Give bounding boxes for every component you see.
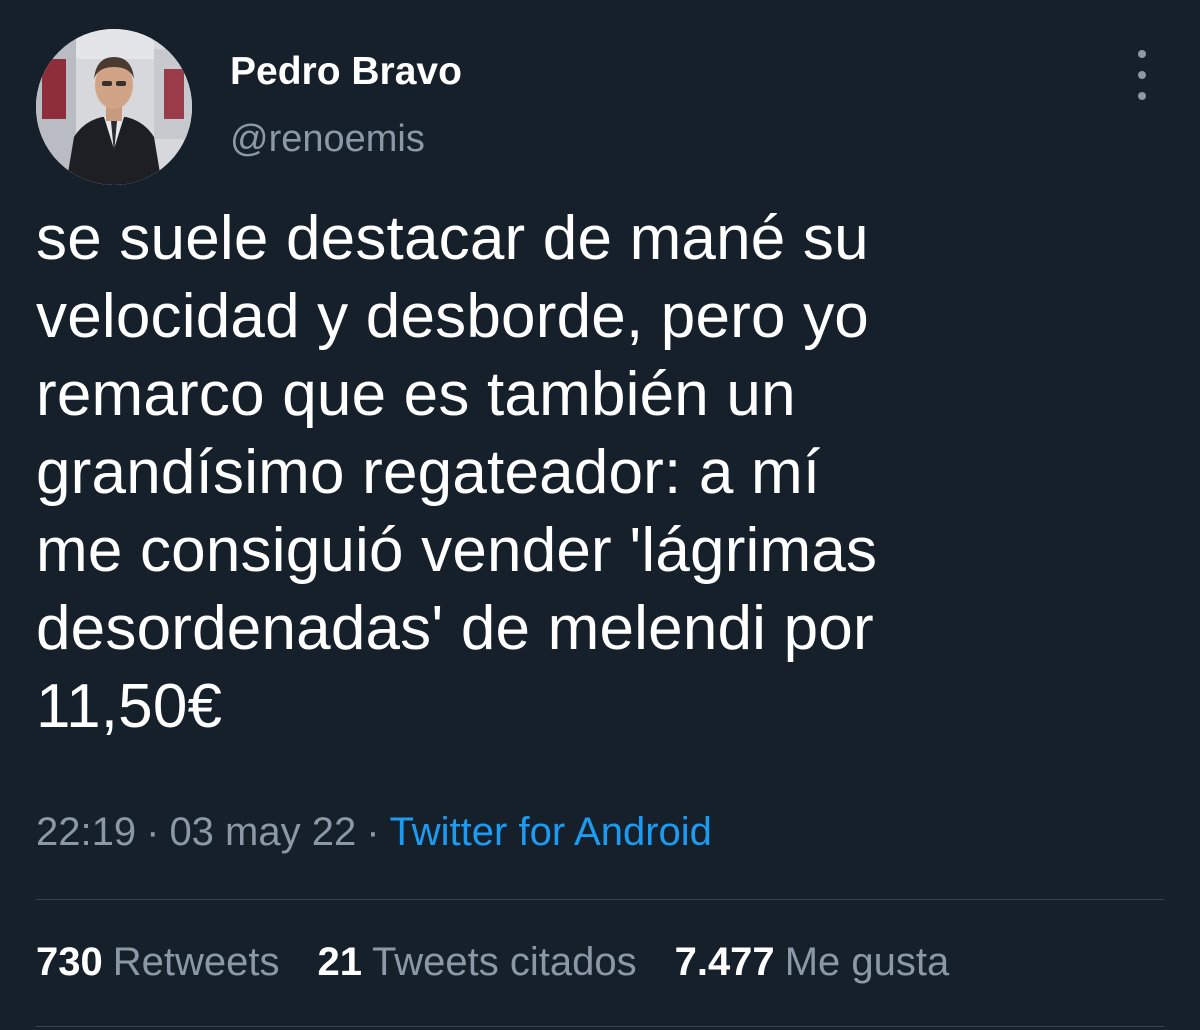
tweet-stats: 730 Retweets 21 Tweets citados 7.477 Me gus… <box>36 940 949 985</box>
tweet-text-line: se suele destacar de mané su <box>36 204 869 273</box>
tweet-text-line: remarco que es también un <box>36 360 796 429</box>
avatar[interactable] <box>36 29 192 185</box>
tweet-source-link[interactable]: Twitter for Android <box>390 810 712 854</box>
meta-separator: · <box>366 810 380 854</box>
profile-photo-icon <box>36 29 192 185</box>
meta-separator: · <box>146 810 160 854</box>
divider <box>36 899 1164 900</box>
tweet-text-line: me consiguió vender 'lágrimas <box>36 516 878 585</box>
divider <box>36 1026 1164 1027</box>
author-handle[interactable]: @renoemis <box>230 118 425 161</box>
tweet-text-line: grandísimo regateador: a mí <box>36 438 821 507</box>
tweet-meta: 22:19 · 03 may 22 · Twitter for Android <box>36 810 712 855</box>
quote-tweets-label: Tweets citados <box>372 940 637 984</box>
retweets-count: 730 <box>36 940 103 984</box>
tweet-text: se suele destacar de mané su velocidad y… <box>36 200 1046 746</box>
likes-stat[interactable]: 7.477 Me gusta <box>675 940 950 985</box>
retweets-stat[interactable]: 730 Retweets <box>36 940 280 985</box>
tweet-text-line: 11,50€ <box>36 672 223 741</box>
tweet-detail: Pedro Bravo @renoemis se suele destacar … <box>0 0 1200 1030</box>
tweet-time[interactable]: 22:19 <box>36 810 136 854</box>
quote-tweets-count: 21 <box>317 940 363 984</box>
likes-label: Me gusta <box>784 940 950 984</box>
more-options-icon[interactable] <box>1122 50 1162 100</box>
quote-tweets-stat[interactable]: 21 Tweets citados <box>318 940 637 985</box>
tweet-date[interactable]: 03 may 22 <box>169 810 356 854</box>
author-display-name[interactable]: Pedro Bravo <box>230 50 462 94</box>
retweets-label: Retweets <box>112 940 280 984</box>
tweet-text-line: velocidad y desborde, pero yo <box>36 282 869 351</box>
likes-count: 7.477 <box>674 940 775 984</box>
tweet-text-line: desordenadas' de melendi por <box>36 594 874 663</box>
